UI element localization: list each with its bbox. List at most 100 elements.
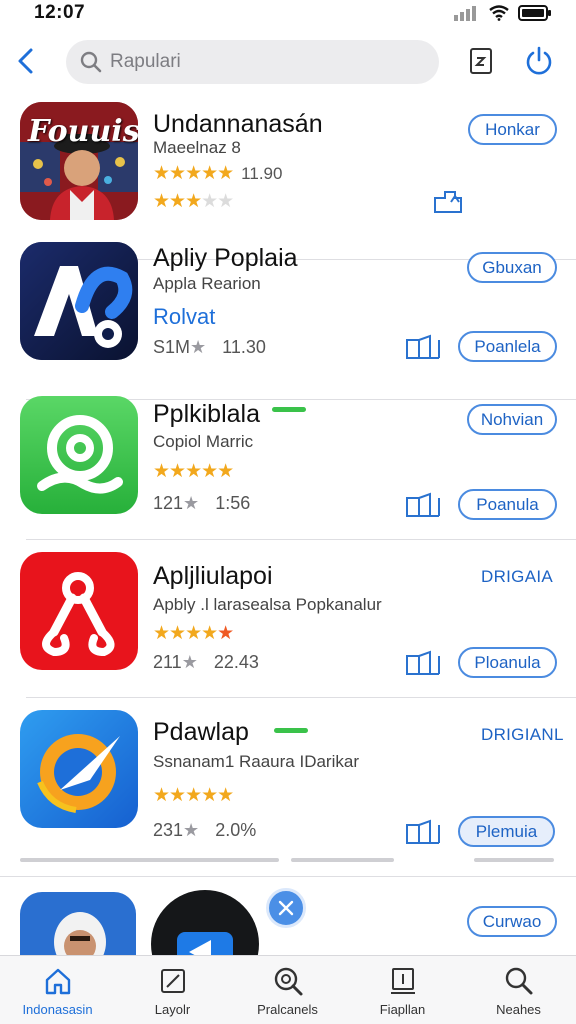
open-button[interactable]: Ploanula xyxy=(458,647,557,678)
tab-games[interactable]: Layolr xyxy=(115,956,230,1024)
document-button[interactable] xyxy=(466,44,496,78)
nav-bar xyxy=(0,36,576,92)
app-meta: 231★ 2.0% xyxy=(153,820,256,841)
book-icon xyxy=(404,819,442,845)
app-title: Pplkiblala xyxy=(153,400,260,429)
meta-count: 121 xyxy=(153,493,183,513)
horizontal-scrollbar[interactable] xyxy=(291,858,394,862)
rating-star-highlight: ★ xyxy=(217,623,233,644)
tab-label: Pralcanels xyxy=(257,1002,318,1017)
signal-icon xyxy=(454,5,480,26)
book-button[interactable] xyxy=(403,648,443,678)
horizontal-scrollbar[interactable] xyxy=(474,858,554,862)
app-subtitle: Ssnanam1 Raaura IDarikar xyxy=(153,752,359,772)
rating-stars-filled: ★★★ xyxy=(153,191,201,212)
app-icon[interactable] xyxy=(20,892,136,956)
app-icon-text: Fouuis xyxy=(28,114,138,149)
row-divider xyxy=(0,876,576,877)
search-icon xyxy=(80,51,102,73)
app-meta: 121★1:56 xyxy=(153,493,250,514)
book-button[interactable] xyxy=(403,332,443,362)
star-icon: ★ xyxy=(183,820,199,840)
share-box-icon xyxy=(431,188,465,214)
get-button[interactable]: Honkar xyxy=(468,114,557,145)
open-button[interactable]: Plemuia xyxy=(458,816,555,847)
power-button[interactable] xyxy=(522,44,556,78)
app-row-1[interactable]: Fouuis Undannanasán Maeelnaz 8 ★★★★★11.9… xyxy=(0,102,576,260)
search-input[interactable] xyxy=(110,51,410,73)
open-button[interactable]: Poanula xyxy=(458,489,557,520)
app-row-2[interactable]: Apliy Poplaia Appla Rearion Rolvat S1M★ 1… xyxy=(0,242,576,400)
tab-apps[interactable]: Pralcanels xyxy=(230,956,345,1024)
close-button[interactable] xyxy=(266,888,306,928)
share-button[interactable] xyxy=(428,186,468,216)
horizontal-scrollbar[interactable] xyxy=(20,858,279,862)
tab-label: Indonasasin xyxy=(22,1002,92,1017)
book-button[interactable] xyxy=(403,817,443,847)
document-icon xyxy=(469,47,493,75)
new-indicator xyxy=(274,728,308,733)
meta-value: 2.0% xyxy=(215,820,256,840)
tab-today[interactable]: Indonasasin xyxy=(0,956,115,1024)
get-button[interactable]: DRIGAIA xyxy=(481,567,553,587)
rating-stars-filled: ★★★★★ xyxy=(153,163,233,184)
rating-stars: ★★★★★ xyxy=(153,622,233,645)
book-button[interactable] xyxy=(403,490,443,520)
app-title: Apljliulapoi xyxy=(153,562,273,591)
power-icon xyxy=(524,46,554,76)
app-title: Pdawlap xyxy=(153,718,249,747)
open-button[interactable]: Poanlela xyxy=(458,331,557,362)
status-icons xyxy=(454,4,552,27)
book-stack-icon xyxy=(388,966,418,996)
tab-label: Layolr xyxy=(155,1002,190,1017)
tab-search[interactable]: Neahes xyxy=(461,956,576,1024)
book-icon xyxy=(404,492,442,518)
app-icon[interactable]: Fouuis xyxy=(20,102,138,220)
battery-icon xyxy=(518,4,552,27)
app-icon-secondary[interactable] xyxy=(151,890,259,956)
tab-arcade[interactable]: Fiapllan xyxy=(345,956,460,1024)
status-bar: 12:07 xyxy=(0,0,576,28)
app-icon[interactable] xyxy=(20,552,138,670)
rating-stars-filled: ★★★★ xyxy=(153,623,217,644)
meta-count: 211 xyxy=(153,652,182,672)
app-icon[interactable] xyxy=(20,242,138,360)
app-subtitle: Maeelnaz 8 xyxy=(153,138,241,158)
book-icon xyxy=(404,650,442,676)
star-icon: ★ xyxy=(182,652,198,672)
app-meta: S1M★ 11.30 xyxy=(153,337,266,358)
book-icon xyxy=(404,334,442,360)
rating-stars: ★★★★★ xyxy=(153,784,233,807)
app-title: Apliy Poplaia xyxy=(153,244,298,273)
home-icon xyxy=(43,966,73,996)
meta-count: 231 xyxy=(153,820,183,840)
back-button[interactable] xyxy=(10,44,40,78)
meta-count: S1M xyxy=(153,337,190,357)
star-icon: ★ xyxy=(190,337,206,357)
star-icon: ★ xyxy=(183,493,199,513)
meta-value: 11.30 xyxy=(222,337,266,357)
app-icon[interactable] xyxy=(20,396,138,514)
app-row-3[interactable]: Pplkiblala Copiol Marric ★★★★★ 121★1:56 … xyxy=(0,382,576,540)
app-row-4[interactable]: Apljliulapoi Apbly .l larasealsa Popkana… xyxy=(0,540,576,698)
app-icon[interactable] xyxy=(20,710,138,828)
edit-square-icon xyxy=(158,966,188,996)
app-meta: 211★22.43 xyxy=(153,652,259,673)
get-button[interactable]: Curwao xyxy=(467,906,557,937)
rating-stars: ★★★★★ xyxy=(153,460,233,483)
wifi-icon xyxy=(489,5,509,26)
get-button[interactable]: Gbuxan xyxy=(467,252,557,283)
rating-stars-empty: ★★ xyxy=(201,191,233,212)
app-row-5[interactable]: Pdawlap Ssnanam1 Raaura IDarikar ★★★★★ 2… xyxy=(0,698,576,856)
search-bar[interactable] xyxy=(66,40,439,84)
app-category-link[interactable]: Rolvat xyxy=(153,304,215,330)
app-subtitle: Appla Rearion xyxy=(153,274,261,294)
rating-stars-secondary: ★★★★★ xyxy=(153,190,233,213)
chevron-left-icon xyxy=(16,47,34,75)
get-button[interactable]: Nohvian xyxy=(467,404,557,435)
tab-label: Fiapllan xyxy=(380,1002,426,1017)
app-subtitle: Apbly .l larasealsa Popkanalur xyxy=(153,595,382,615)
get-button[interactable]: DRIGIANL xyxy=(481,725,564,745)
status-time: 12:07 xyxy=(34,2,85,24)
rating-stars: ★★★★★11.90 xyxy=(153,162,282,185)
